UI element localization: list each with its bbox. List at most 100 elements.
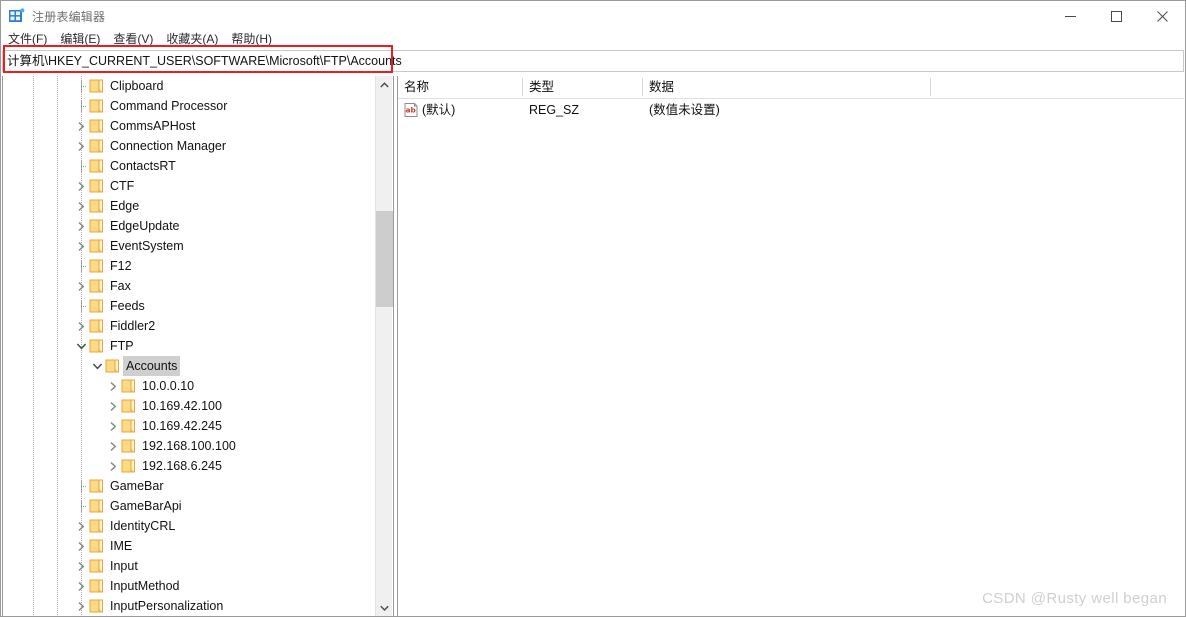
tree-item-connection-manager[interactable]: Connection Manager bbox=[3, 136, 375, 156]
tree-item-label: EventSystem bbox=[110, 239, 184, 253]
folder-icon bbox=[89, 279, 106, 293]
tree-item-contactsrt[interactable]: ContactsRT bbox=[3, 156, 375, 176]
tree-item-label: Feeds bbox=[110, 299, 145, 313]
window-controls bbox=[1047, 1, 1185, 31]
column-header-name[interactable]: 名称 bbox=[398, 76, 429, 98]
value-list-body: ab (默认) REG_SZ (数值未设置) bbox=[398, 99, 1184, 121]
tree-scrollbar[interactable] bbox=[375, 76, 393, 616]
tree-item-fax[interactable]: Fax bbox=[3, 276, 375, 296]
tree-connector-dots bbox=[73, 156, 89, 176]
tree-item-ime[interactable]: IME bbox=[3, 536, 375, 556]
chevron-right-icon[interactable] bbox=[73, 116, 89, 136]
chevron-right-icon[interactable] bbox=[73, 136, 89, 156]
chevron-right-icon[interactable] bbox=[73, 536, 89, 556]
registry-key-tree[interactable]: Clipboard Command Processor CommsAPHost Con… bbox=[2, 76, 394, 616]
chevron-right-icon[interactable] bbox=[73, 576, 89, 596]
folder-icon bbox=[89, 579, 106, 593]
tree-item-input[interactable]: Input bbox=[3, 556, 375, 576]
menu-item-favorites[interactable]: 收藏夹(A) bbox=[166, 32, 218, 46]
chevron-right-icon[interactable] bbox=[73, 196, 89, 216]
folder-icon bbox=[89, 299, 106, 313]
window-title: 注册表编辑器 bbox=[32, 9, 106, 24]
tree-item-fiddler2[interactable]: Fiddler2 bbox=[3, 316, 375, 336]
chevron-right-icon[interactable] bbox=[105, 396, 121, 416]
tree-item-label: 192.168.100.100 bbox=[142, 439, 236, 453]
tree-item-edgeupdate[interactable]: EdgeUpdate bbox=[3, 216, 375, 236]
scrollbar-thumb[interactable] bbox=[376, 211, 393, 307]
chevron-right-icon[interactable] bbox=[73, 216, 89, 236]
svg-text:ab: ab bbox=[405, 106, 415, 115]
menu-item-help[interactable]: 帮助(H) bbox=[231, 32, 272, 46]
chevron-right-icon[interactable] bbox=[105, 416, 121, 436]
folder-icon bbox=[89, 219, 106, 233]
tree-item-label: GameBar bbox=[110, 479, 164, 493]
registry-value-list[interactable]: 名称 类型 数据 ab (默认) REG_SZ (数值未设置) bbox=[397, 76, 1184, 616]
tree-item-label: IdentityCRL bbox=[110, 519, 176, 533]
folder-icon bbox=[121, 379, 138, 393]
folder-icon bbox=[89, 599, 106, 613]
tree-item-gamebarapi[interactable]: GameBarApi bbox=[3, 496, 375, 516]
address-bar-container: 计算机\HKEY_CURRENT_USER\SOFTWARE\Microsoft… bbox=[1, 46, 1185, 75]
folder-icon bbox=[89, 479, 106, 493]
chevron-right-icon[interactable] bbox=[105, 456, 121, 476]
chevron-down-icon[interactable] bbox=[73, 336, 89, 356]
tree-item-ftp[interactable]: FTP bbox=[3, 336, 375, 356]
tree-item-10-169-42-100[interactable]: 10.169.42.100 bbox=[3, 396, 375, 416]
tree-item-clipboard[interactable]: Clipboard bbox=[3, 76, 375, 96]
tree-item-commsaphost[interactable]: CommsAPHost bbox=[3, 116, 375, 136]
tree-item-label: 10.169.42.100 bbox=[142, 399, 222, 413]
folder-icon bbox=[89, 139, 106, 153]
chevron-right-icon[interactable] bbox=[73, 596, 89, 616]
close-button[interactable] bbox=[1139, 1, 1185, 31]
scroll-down-button[interactable] bbox=[376, 599, 393, 616]
column-separator-3[interactable] bbox=[930, 78, 931, 96]
tree-item-eventsystem[interactable]: EventSystem bbox=[3, 236, 375, 256]
chevron-right-icon[interactable] bbox=[73, 176, 89, 196]
minimize-button[interactable] bbox=[1047, 1, 1093, 31]
tree-item-feeds[interactable]: Feeds bbox=[3, 296, 375, 316]
tree-item-ctf[interactable]: CTF bbox=[3, 176, 375, 196]
chevron-right-icon[interactable] bbox=[105, 376, 121, 396]
tree-item-label: Input bbox=[110, 559, 138, 573]
tree-item-label: F12 bbox=[110, 259, 132, 273]
address-bar[interactable]: 计算机\HKEY_CURRENT_USER\SOFTWARE\Microsoft… bbox=[2, 50, 1184, 72]
value-row[interactable]: ab (默认) REG_SZ (数值未设置) bbox=[398, 99, 1184, 121]
column-header-type[interactable]: 类型 bbox=[523, 76, 554, 98]
tree-item-label: Fiddler2 bbox=[110, 319, 156, 333]
menu-item-file[interactable]: 文件(F) bbox=[8, 32, 47, 46]
tree-item-inputmethod[interactable]: InputMethod bbox=[3, 576, 375, 596]
chevron-right-icon[interactable] bbox=[73, 556, 89, 576]
column-header-data[interactable]: 数据 bbox=[643, 76, 674, 98]
tree-item-identitycrl[interactable]: IdentityCRL bbox=[3, 516, 375, 536]
scroll-up-button[interactable] bbox=[376, 76, 393, 93]
chevron-down-icon[interactable] bbox=[89, 356, 105, 376]
chevron-right-icon[interactable] bbox=[73, 276, 89, 296]
tree-item-edge[interactable]: Edge bbox=[3, 196, 375, 216]
tree-item-10-0-0-10[interactable]: 10.0.0.10 bbox=[3, 376, 375, 396]
tree-item-accounts[interactable]: Accounts bbox=[3, 356, 375, 376]
tree-item-command-processor[interactable]: Command Processor bbox=[3, 96, 375, 116]
tree-connector-dots bbox=[73, 76, 89, 96]
chevron-right-icon[interactable] bbox=[105, 436, 121, 456]
menu-item-edit[interactable]: 编辑(E) bbox=[60, 32, 100, 46]
tree-item-10-169-42-245[interactable]: 10.169.42.245 bbox=[3, 416, 375, 436]
tree-item-f12[interactable]: F12 bbox=[3, 256, 375, 276]
maximize-button[interactable] bbox=[1093, 1, 1139, 31]
folder-icon bbox=[121, 419, 138, 433]
content-panes: Clipboard Command Processor CommsAPHost Con… bbox=[1, 75, 1185, 616]
chevron-right-icon[interactable] bbox=[73, 236, 89, 256]
chevron-right-icon[interactable] bbox=[73, 516, 89, 536]
tree-item-gamebar[interactable]: GameBar bbox=[3, 476, 375, 496]
tree-item-192-168-6-245[interactable]: 192.168.6.245 bbox=[3, 456, 375, 476]
folder-icon bbox=[89, 339, 106, 353]
string-value-icon: ab bbox=[404, 103, 418, 117]
tree-item-label: Accounts bbox=[123, 356, 181, 376]
tree-item-label: CommsAPHost bbox=[110, 119, 196, 133]
folder-icon bbox=[89, 559, 106, 573]
tree-connector-dots bbox=[73, 296, 89, 316]
chevron-right-icon[interactable] bbox=[73, 316, 89, 336]
tree-item-inputpersonalization[interactable]: InputPersonalization bbox=[3, 596, 375, 616]
menu-item-view[interactable]: 查看(V) bbox=[113, 32, 153, 46]
tree-item-192-168-100-100[interactable]: 192.168.100.100 bbox=[3, 436, 375, 456]
tree-item-label: Fax bbox=[110, 279, 131, 293]
